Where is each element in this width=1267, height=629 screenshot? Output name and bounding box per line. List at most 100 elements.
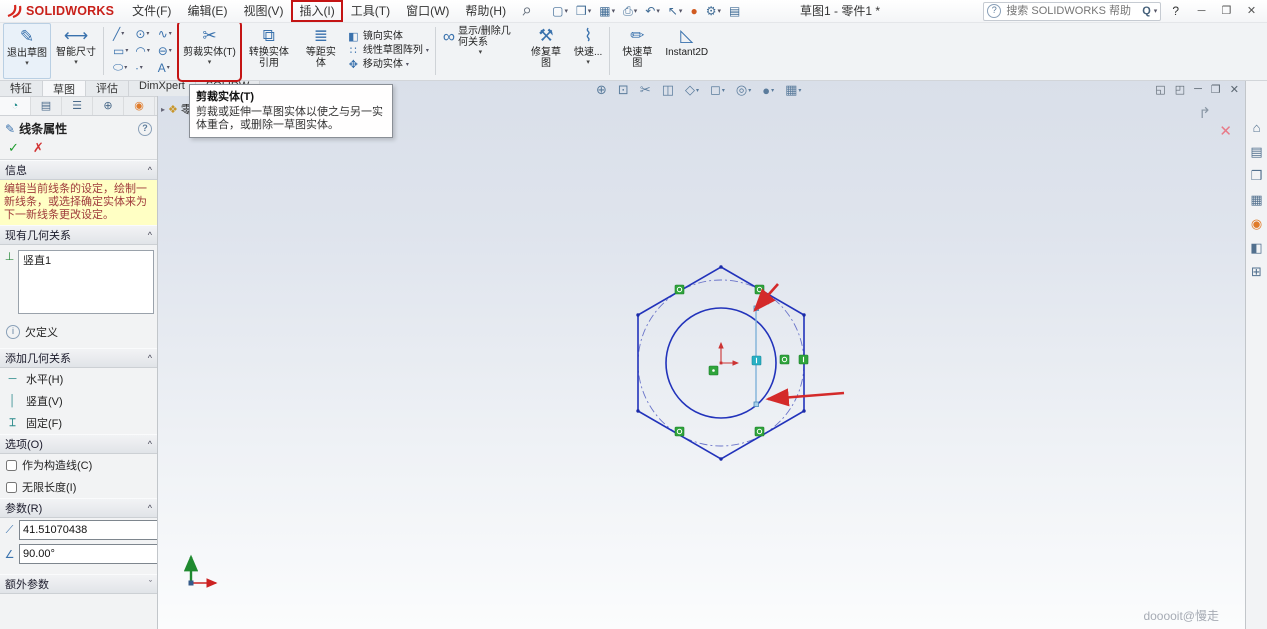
- mirror-entities-button[interactable]: ◧ 镜向实体: [347, 31, 429, 43]
- doc-close-icon[interactable]: ✕: [1230, 83, 1239, 96]
- doc-restore-icon[interactable]: ◱: [1155, 83, 1165, 96]
- length-input[interactable]: [20, 521, 157, 539]
- view-orientation-button[interactable]: ◇▾: [685, 82, 699, 98]
- menu-insert[interactable]: 插入(I): [291, 0, 342, 22]
- menu-tools[interactable]: 工具(T): [343, 0, 398, 22]
- convert-entities-button[interactable]: ⧉ 转换实体引用: [241, 23, 297, 79]
- slot-tool-button[interactable]: ⬭▾: [111, 60, 130, 75]
- displaymanager-tab[interactable]: ◉: [124, 97, 155, 115]
- restore-button[interactable]: ❐: [1215, 0, 1238, 22]
- design-library-icon[interactable]: ▤: [1250, 144, 1262, 159]
- appearance-ball-icon[interactable]: ●: [686, 4, 701, 18]
- line-endpoint-handle[interactable]: [754, 402, 759, 407]
- zoom-fit-button[interactable]: ⊕: [596, 82, 607, 98]
- search-icon[interactable]: Q: [1142, 5, 1151, 17]
- collapse-chevron-icon[interactable]: ^: [148, 165, 152, 175]
- close-button[interactable]: ✕: [1240, 0, 1263, 22]
- print-button[interactable]: ⎙▾: [619, 4, 641, 19]
- chevron-down-icon[interactable]: ▾: [25, 60, 29, 68]
- undo-button[interactable]: ↶▾: [641, 4, 664, 18]
- search-input[interactable]: [1004, 4, 1139, 18]
- doc-minimize-icon[interactable]: ─: [1194, 83, 1202, 96]
- confirmation-corner-cancel-icon[interactable]: ✕: [1219, 122, 1232, 140]
- chevron-down-icon[interactable]: ▾: [565, 7, 569, 15]
- linear-sketch-pattern-button[interactable]: ∷ 线性草图阵列▾: [347, 45, 429, 57]
- configurationmanager-tab[interactable]: ☰: [62, 97, 93, 115]
- hide-show-items-button[interactable]: ◎▾: [736, 82, 751, 98]
- file-properties-button[interactable]: ▤: [725, 4, 744, 18]
- section-header-info[interactable]: 信息 ^: [0, 160, 157, 180]
- spline-tool-button[interactable]: ∿▾: [156, 27, 175, 41]
- search-box[interactable]: ? Q ▾: [983, 2, 1161, 21]
- help-icon[interactable]: ?: [138, 122, 152, 136]
- home-icon[interactable]: ⌂: [1253, 120, 1261, 135]
- chevron-down-icon[interactable]: ▾: [717, 7, 721, 15]
- section-header-existing-relations[interactable]: 现有几何关系 ^: [0, 225, 157, 245]
- menu-window[interactable]: 窗口(W): [398, 0, 457, 22]
- menu-file[interactable]: 文件(F): [124, 0, 179, 22]
- previous-view-button[interactable]: ◫: [662, 82, 674, 98]
- add-vertical-relation[interactable]: │ 竖直(V): [0, 390, 157, 412]
- infinite-length-checkbox[interactable]: [6, 482, 17, 493]
- menu-edit[interactable]: 编辑(E): [179, 0, 235, 22]
- help-button[interactable]: ?: [1163, 4, 1188, 18]
- collapse-chevron-icon[interactable]: ^: [148, 230, 152, 240]
- section-header-add-relations[interactable]: 添加几何关系 ^: [0, 348, 157, 368]
- options-gear-button[interactable]: ⚙▾: [702, 4, 725, 18]
- menu-help[interactable]: 帮助(H): [457, 0, 514, 22]
- ok-button[interactable]: ✓: [8, 141, 19, 154]
- smart-dimension-button[interactable]: ⟷ 智能尺寸 ▾: [53, 23, 99, 79]
- custom-properties-icon[interactable]: ⊞: [1251, 264, 1262, 279]
- doc-maximize-icon[interactable]: ◰: [1175, 83, 1185, 96]
- trim-entities-button[interactable]: ✂ 剪裁实体(T) ▾: [180, 23, 239, 79]
- section-view-button[interactable]: ✂: [640, 82, 651, 98]
- minimize-button[interactable]: ─: [1190, 0, 1213, 22]
- add-fix-relation[interactable]: ⌶ 固定(F): [0, 412, 157, 434]
- display-style-button[interactable]: ◻▾: [710, 82, 725, 98]
- display-delete-relations-button[interactable]: ∞ 显示/删除几何关系 ▾: [440, 23, 521, 79]
- ellipse-tool-button[interactable]: ⊖▾: [156, 44, 175, 58]
- chevron-down-icon[interactable]: ▾: [588, 7, 592, 15]
- open-document-button[interactable]: ❒▾: [572, 4, 595, 18]
- file-explorer-icon[interactable]: ❒: [1251, 168, 1263, 183]
- zoom-area-button[interactable]: ⊡: [618, 82, 629, 98]
- propertymanager-tab[interactable]: ◔: [0, 97, 31, 115]
- arc-tool-button[interactable]: ◠▾: [133, 44, 152, 58]
- chevron-down-icon[interactable]: ▾: [634, 7, 638, 15]
- view-settings-button[interactable]: ▦▾: [785, 82, 801, 98]
- new-document-button[interactable]: ▢▾: [548, 4, 572, 18]
- text-tool-button[interactable]: A▾: [156, 61, 175, 75]
- edit-appearance-button[interactable]: ●▾: [762, 83, 774, 98]
- appearances-icon[interactable]: ◉: [1251, 216, 1262, 231]
- move-entities-button[interactable]: ✥ 移动实体▾: [347, 59, 429, 71]
- expand-arrow-icon[interactable]: ▸: [161, 105, 165, 114]
- chevron-down-icon[interactable]: ▾: [1154, 7, 1158, 15]
- chevron-down-icon[interactable]: ▾: [586, 59, 590, 67]
- sketch-canvas[interactable]: [158, 78, 1245, 629]
- view-palette-icon[interactable]: ▦: [1250, 192, 1262, 207]
- line-tool-button[interactable]: ╱▾: [111, 27, 130, 41]
- pin-menu-icon[interactable]: ⚲: [519, 3, 534, 18]
- relation-item[interactable]: 竖直1: [19, 251, 153, 269]
- cancel-button[interactable]: ✗: [33, 141, 44, 154]
- chevron-down-icon[interactable]: ▾: [479, 49, 483, 57]
- section-header-options[interactable]: 选项(O) ^: [0, 434, 157, 454]
- section-header-extra-parameters[interactable]: 额外参数 ˇ: [0, 574, 157, 594]
- confirmation-corner-sketch-icon[interactable]: ↱: [1198, 104, 1211, 122]
- rapid-sketch-button[interactable]: ✏ 快速草图: [614, 23, 660, 79]
- add-horizontal-relation[interactable]: ─ 水平(H): [0, 368, 157, 390]
- rectangle-tool-button[interactable]: ▭▾: [111, 44, 130, 58]
- doc-cascade-icon[interactable]: ❐: [1211, 83, 1221, 96]
- save-button[interactable]: ▦▾: [595, 4, 619, 18]
- instant2d-button[interactable]: ◺ Instant2D: [662, 23, 711, 79]
- graphics-area[interactable]: ⊕ ⊡ ✂ ◫ ◇▾ ◻▾ ◎▾ ●▾ ▦▾ ◱ ◰ ─ ❐ ✕ ↱ ✕: [158, 78, 1245, 629]
- relations-listbox[interactable]: 竖直1: [18, 250, 154, 314]
- collapse-chevron-icon[interactable]: ^: [148, 439, 152, 449]
- decals-icon[interactable]: ◧: [1250, 240, 1262, 255]
- expand-chevron-icon[interactable]: ˇ: [149, 579, 152, 589]
- circle-tool-button[interactable]: ⊙▾: [133, 27, 152, 41]
- collapse-chevron-icon[interactable]: ^: [148, 503, 152, 513]
- section-header-parameters[interactable]: 参数(R) ^: [0, 498, 157, 518]
- exit-sketch-button[interactable]: ✎ 退出草图 ▾: [3, 23, 51, 79]
- sketch-origin[interactable]: [720, 343, 738, 364]
